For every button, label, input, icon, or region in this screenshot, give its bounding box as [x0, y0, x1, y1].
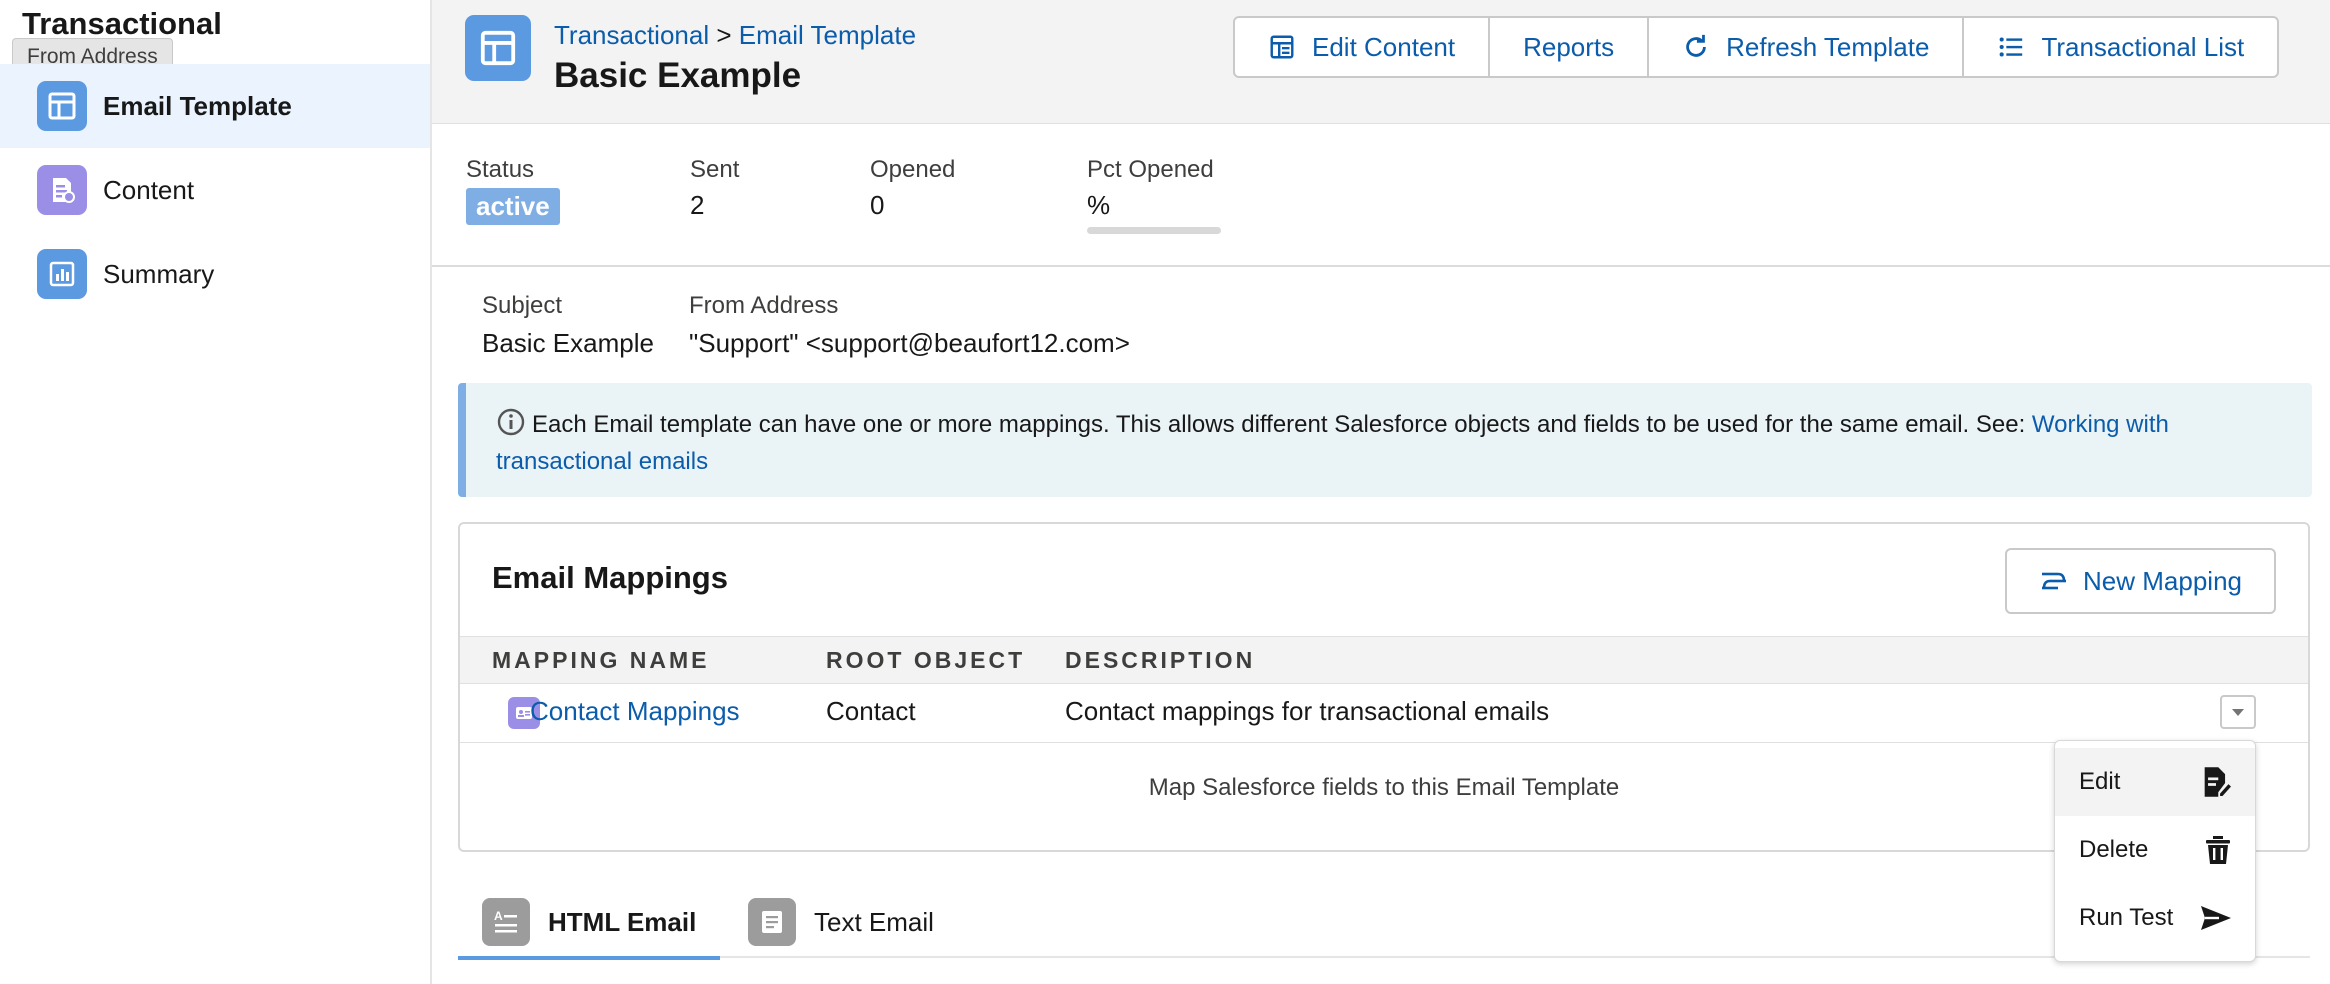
table-row: Contact Mappings Contact Contact mapping… [460, 682, 2308, 743]
list-icon [2000, 37, 2023, 57]
send-icon [2201, 906, 2231, 930]
template-icon [1270, 35, 1294, 59]
detail-label: Subject [482, 292, 563, 319]
page-header: Transactional > Email Template Basic Exa… [432, 0, 2330, 124]
stat-status: Status active [466, 156, 560, 225]
sidebar: Transactional From Address Email Templat… [0, 0, 432, 984]
breadcrumb-parent[interactable]: Transactional [554, 20, 709, 50]
stat-pct-opened: Pct Opened % [1087, 156, 1221, 234]
menu-item-delete[interactable]: Delete [2055, 816, 2255, 884]
template-icon [37, 81, 87, 131]
stat-value: 0 [870, 190, 885, 220]
root-object-cell: Contact [826, 696, 916, 726]
refresh-template-button[interactable]: Refresh Template [1647, 18, 1963, 76]
stat-label: Opened [870, 156, 956, 183]
tab-label: HTML Email [548, 906, 697, 937]
breadcrumb-separator: > [716, 20, 732, 50]
banner-text: Each Email template can have one or more… [532, 411, 2032, 438]
card-title: Email Mappings [492, 560, 728, 595]
breadcrumb-current[interactable]: Email Template [739, 20, 916, 50]
main-content: Transactional > Email Template Basic Exa… [432, 0, 2330, 984]
menu-item-label: Edit [2079, 768, 2121, 795]
row-actions-menu: Edit Delete Run Test [2054, 740, 2256, 962]
new-mapping-button[interactable]: New Mapping [2005, 548, 2276, 614]
chevron-down-icon [2232, 709, 2244, 716]
description-cell: Contact mappings for transactional email… [1065, 696, 1550, 726]
mapping-name-link[interactable]: Contact Mappings [530, 696, 740, 727]
detail-subject: Subject Basic Example [482, 292, 654, 359]
stats-bar: Status active Sent 2 Opened 0 Pct Opened… [432, 124, 2330, 267]
detail-value: Basic Example [482, 328, 654, 358]
trash-icon [2206, 836, 2230, 864]
svg-text:A: A [494, 909, 503, 923]
refresh-template-label: Refresh Template [1726, 31, 1930, 62]
stat-opened: Opened 0 [870, 156, 955, 221]
refresh-icon [1686, 34, 1706, 57]
column-header-root-object[interactable]: ROOT OBJECT [826, 647, 1025, 674]
sidebar-item-label: Summary [103, 258, 215, 289]
page-title: Basic Example [554, 56, 802, 95]
sidebar-item-summary[interactable]: Summary [0, 232, 430, 316]
reports-label: Reports [1523, 31, 1615, 62]
html-email-icon: A [482, 898, 530, 946]
mapping-icon [2042, 572, 2067, 590]
pct-opened-progress-bar [1087, 227, 1221, 234]
edit-document-icon [2204, 767, 2233, 798]
tab-text-email[interactable]: Text Email [748, 888, 934, 956]
transactional-list-label: Transactional List [2041, 31, 2245, 62]
menu-item-label: Delete [2079, 836, 2149, 863]
email-tabs: A HTML Email Text Email [458, 888, 2310, 960]
sidebar-item-label: Content [103, 174, 195, 205]
table-header: MAPPING NAME ROOT OBJECT DESCRIPTION [460, 636, 2308, 684]
sidebar-item-label: Email Template [103, 90, 292, 121]
menu-item-label: Run Test [2079, 904, 2174, 931]
column-header-mapping-name[interactable]: MAPPING NAME [492, 647, 709, 674]
tab-html-email[interactable]: A HTML Email [458, 888, 721, 960]
chart-icon [37, 249, 87, 299]
sidebar-item-content[interactable]: Content [0, 148, 430, 232]
menu-item-edit[interactable]: Edit [2055, 748, 2255, 816]
detail-label: From Address [689, 292, 839, 319]
stat-value: % [1087, 190, 1111, 220]
stat-label: Sent [690, 156, 740, 183]
info-banner: Each Email template can have one or more… [458, 383, 2312, 497]
email-mappings-card: Email Mappings New Mapping MAPPING NAME … [458, 522, 2310, 852]
breadcrumb: Transactional > Email Template [554, 20, 916, 51]
menu-item-run-test[interactable]: Run Test [2055, 884, 2255, 952]
stat-value: 2 [690, 190, 705, 220]
edit-content-button[interactable]: Edit Content [1235, 18, 1489, 76]
text-email-icon [748, 898, 796, 946]
transactional-list-button[interactable]: Transactional List [1962, 18, 2278, 76]
info-icon [496, 407, 526, 437]
stat-sent: Sent 2 [690, 156, 739, 221]
detail-value: "Support" <support@beaufort12.com> [689, 328, 1130, 358]
detail-from-address: From Address "Support" <support@beaufort… [689, 292, 1130, 359]
card-footer-text: Map Salesforce fields to this Email Temp… [1148, 774, 1620, 801]
stat-label: Status [466, 156, 535, 183]
edit-content-label: Edit Content [1312, 31, 1456, 62]
new-mapping-label: New Mapping [2083, 565, 2242, 596]
stat-label: Pct Opened [1087, 156, 1214, 183]
template-icon [465, 15, 531, 81]
header-button-group: Edit Content Reports Refresh Template Tr… [1233, 16, 2280, 78]
tab-label: Text Email [814, 906, 934, 937]
reports-button[interactable]: Reports [1488, 18, 1648, 76]
row-actions-dropdown-button[interactable] [2220, 695, 2256, 729]
app-title: Transactional [22, 6, 222, 41]
status-badge: active [466, 188, 560, 225]
column-header-description[interactable]: DESCRIPTION [1065, 647, 1255, 674]
content-icon [37, 165, 87, 215]
sidebar-item-email-template[interactable]: Email Template [0, 64, 430, 148]
